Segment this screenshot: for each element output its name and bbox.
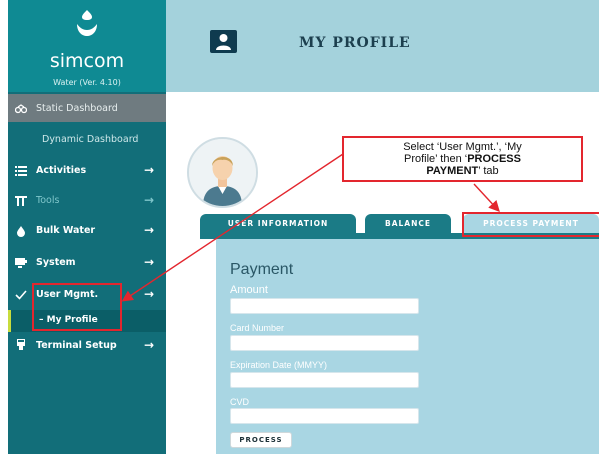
profile-card-icon <box>210 30 237 53</box>
tab-user-information[interactable]: USER INFORMATION <box>200 214 356 233</box>
callout-text: ’ tab <box>478 165 499 177</box>
sidebar-item-label: Dynamic Dashboard <box>42 134 139 145</box>
callout-bold-text: PROCESS <box>467 153 521 165</box>
callout-line-3: PAYMENT’ tab <box>344 165 581 177</box>
page-title: MY PROFILE <box>299 35 411 51</box>
callout-bold-text: PAYMENT <box>426 165 479 177</box>
cvd-input[interactable] <box>230 408 419 424</box>
app-window: simcom Water (Ver. 4.10) Static Dashboar… <box>0 0 599 454</box>
simcom-logo-icon <box>77 10 97 36</box>
sidebar-item-system[interactable]: System → <box>8 248 166 280</box>
brand-name: simcom <box>49 50 125 72</box>
sidebar: simcom Water (Ver. 4.10) Static Dashboar… <box>8 0 166 454</box>
page-header: MY PROFILE <box>166 0 599 92</box>
sidebar-item-terminal-setup[interactable]: Terminal Setup → <box>8 332 166 368</box>
sidebar-item-label: Bulk Water <box>36 225 96 236</box>
payment-heading: Payment <box>230 261 294 278</box>
amount-label: Amount <box>230 284 268 296</box>
callout-text: Profile’ then ‘ <box>404 153 468 165</box>
expiration-date-label: Expiration Date (MMYY) <box>230 360 328 370</box>
process-button[interactable]: PROCESS <box>230 432 292 448</box>
card-number-label: Card Number <box>230 323 285 333</box>
callout-line-1: Select ‘User Mgmt.’, ‘My <box>403 141 522 153</box>
avatar-person-icon <box>189 139 256 206</box>
main-content: Select ‘User Mgmt.’, ‘My Profile’ then ‘… <box>166 92 599 454</box>
arrow-right-icon: → <box>144 163 155 177</box>
sidebar-item-tools[interactable]: Tools → <box>8 186 166 216</box>
sidebar-item-label: Terminal Setup <box>36 340 117 351</box>
sidebar-item-label: Activities <box>36 165 87 176</box>
tab-balance[interactable]: BALANCE <box>365 214 451 233</box>
sidebar-item-label: Static Dashboard <box>36 103 118 114</box>
callout-line-2: Profile’ then ‘PROCESS <box>344 153 581 165</box>
arrow-right-icon: → <box>144 338 155 352</box>
water-drop-icon <box>17 226 25 237</box>
monitor-icon <box>15 258 27 268</box>
arrow-right-icon: → <box>144 287 155 301</box>
sidebar-item-static-dashboard[interactable]: Static Dashboard <box>8 94 166 122</box>
sidebar-item-bulk-water[interactable]: Bulk Water → <box>8 216 166 248</box>
cvd-label: CVD <box>230 397 250 407</box>
highlight-user-mgmt-box <box>32 283 122 331</box>
sidebar-item-activities[interactable]: Activities → <box>8 156 166 186</box>
highlight-process-payment-tab <box>462 212 599 237</box>
amount-input[interactable] <box>230 298 419 314</box>
check-icon <box>15 290 27 300</box>
dashboard-icon <box>15 104 27 114</box>
card-number-input[interactable] <box>230 335 419 351</box>
terminal-icon <box>17 339 25 350</box>
instruction-callout: Select ‘User Mgmt.’, ‘My Profile’ then ‘… <box>342 136 583 182</box>
arrow-right-icon: → <box>144 255 155 269</box>
sidebar-item-label: Tools <box>36 195 60 206</box>
list-icon <box>15 166 27 176</box>
user-avatar <box>187 137 258 208</box>
brand-version: Water (Ver. 4.10) <box>53 78 121 87</box>
sidebar-item-dynamic-dashboard[interactable]: Dynamic Dashboard <box>8 122 166 156</box>
brand: simcom Water (Ver. 4.10) <box>8 0 166 92</box>
arrow-right-icon: → <box>144 223 155 237</box>
expiration-date-input[interactable] <box>230 372 419 388</box>
arrow-right-icon: → <box>144 193 155 207</box>
tools-icon <box>15 196 27 206</box>
payment-form: Payment Amount Card Number Expiration Da… <box>216 239 599 454</box>
sidebar-item-label: System <box>36 257 76 268</box>
